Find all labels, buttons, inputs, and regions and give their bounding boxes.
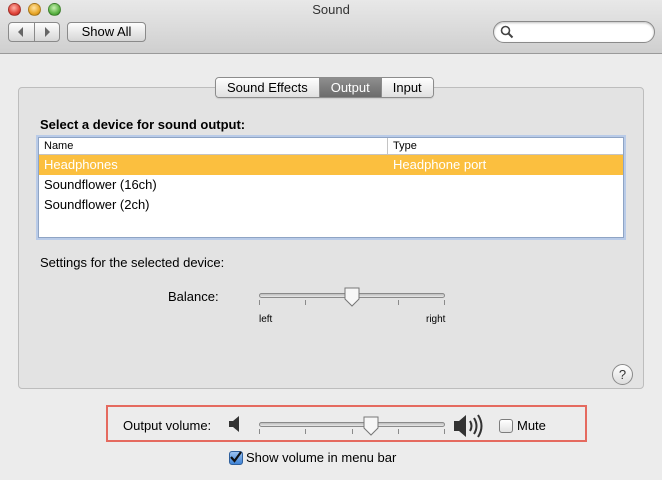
search-input[interactable] [493,21,655,43]
output-panel [18,87,644,389]
table-row[interactable]: Soundflower (16ch) [39,175,623,195]
device-name: Headphones [44,157,118,172]
mute-label[interactable]: Mute [517,418,546,433]
table-row[interactable]: Headphones Headphone port [39,155,623,175]
chevron-left-icon [18,27,24,37]
back-forward-control [8,22,60,42]
device-type [388,195,393,215]
column-header-name[interactable]: Name [39,138,388,154]
slider-tick [305,300,306,305]
balance-slider-knob[interactable] [343,287,361,307]
window-title: Sound [312,2,350,17]
balance-left-label: left [259,314,273,325]
help-button[interactable]: ? [612,364,633,385]
output-volume-slider[interactable] [259,422,445,427]
slider-tick [398,429,399,434]
checkmark-icon [230,451,242,463]
show-all-button[interactable]: Show All [67,22,146,42]
device-name: Soundflower (16ch) [44,177,157,192]
slider-tick [444,429,445,434]
speaker-low-icon [229,416,239,432]
speaker-high-icon [454,414,483,438]
device-name: Soundflower (2ch) [44,197,150,212]
slider-tick [444,300,445,305]
output-volume-label: Output volume: [123,418,212,433]
magnifier-icon [500,25,514,39]
table-row[interactable]: Soundflower (2ch) [39,195,623,215]
device-type [388,175,393,195]
mute-checkbox[interactable] [499,419,513,433]
tab-bar: Sound Effects Output Input [215,77,434,98]
show-volume-checkbox[interactable] [229,451,243,465]
column-header-type[interactable]: Type [388,138,417,154]
show-volume-label[interactable]: Show volume in menu bar [246,450,396,465]
tab-output[interactable]: Output [319,78,382,97]
title-bar: Sound Show All [0,0,662,54]
slider-tick [259,429,260,434]
tab-input[interactable]: Input [381,78,433,97]
balance-right-label: right [426,314,446,325]
slider-tick [352,429,353,434]
balance-label: Balance: [168,289,219,304]
device-table[interactable]: Name Type Headphones Headphone port Soun… [38,137,624,238]
chevron-right-icon [44,27,50,37]
device-type: Headphone port [393,157,487,172]
settings-label: Settings for the selected device: [40,255,225,270]
output-volume-knob[interactable] [362,416,380,436]
forward-button[interactable] [35,23,60,41]
slider-tick [259,300,260,305]
slider-tick [398,300,399,305]
device-table-header: Name Type [39,138,623,155]
back-button[interactable] [9,23,35,41]
tab-sound-effects[interactable]: Sound Effects [216,78,320,97]
device-section-title: Select a device for sound output: [40,117,246,132]
slider-tick [305,429,306,434]
